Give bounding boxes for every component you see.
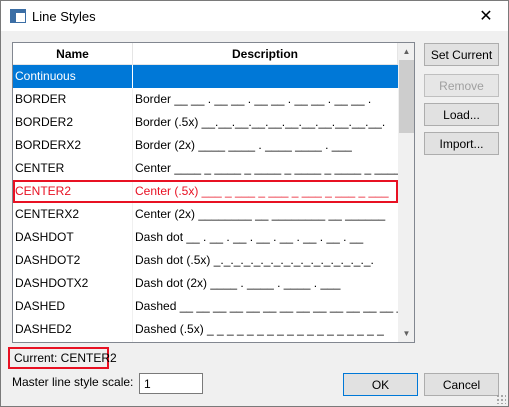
table-row[interactable]: CENTERX2 Center (2x) ________ __ ________… [13,203,398,226]
remove-label: Remove [439,78,484,93]
row-name: DASHDOT [13,226,133,249]
table-row[interactable]: BORDER Border __ __ . __ __ . __ __ . __ … [13,88,398,111]
row-name: CENTER [13,157,133,180]
set-current-label: Set Current [430,47,493,62]
row-description: Center ____ _ ____ _ ____ _ ____ _ ____ … [135,161,398,175]
row-description: Border (.5x) __.__.__.__.__.__.__.__.__.… [135,115,386,129]
ok-label: OK [371,377,390,392]
row-description: Dashed __ __ __ __ __ __ __ __ __ __ __ … [135,299,398,313]
row-description: Center (2x) ________ __ ________ __ ____… [135,207,386,221]
ok-button[interactable]: OK [343,373,418,396]
resize-grip-icon[interactable] [496,394,506,404]
cancel-label: Cancel [442,377,481,392]
row-name: DASHDOT2 [13,249,133,272]
window-title: Line Styles [32,9,96,24]
row-name: BORDERX2 [13,134,133,157]
master-scale-input[interactable] [139,373,203,394]
import-button[interactable]: Import... [424,132,499,155]
table-row[interactable]: CENTER Center ____ _ ____ _ ____ _ ____ _… [13,157,398,180]
table-row[interactable]: DASHDOTX2 Dash dot (2x) ____ . ____ . ___… [13,272,398,295]
row-name: DASHDOTX2 [13,272,133,295]
row-description: Dash dot (2x) ____ . ____ . ____ . ___ [135,276,341,290]
table-row[interactable]: BORDER2 Border (.5x) __.__.__.__.__.__.__… [13,111,398,134]
table-row[interactable]: DASHEDX2Dashed (2x) ____ ____ ____ ____ … [13,341,398,342]
scrollbar-thumb[interactable] [399,60,414,133]
row-name: DASHEDX2 [13,341,133,342]
table-row[interactable]: Continuous [13,65,398,88]
row-description [133,65,398,88]
row-name: BORDER [13,88,133,111]
line-styles-list[interactable]: Name Description Continuous BORDER Border … [12,42,415,343]
close-icon[interactable]: ✕ [464,1,508,31]
scroll-up-arrow-icon[interactable]: ▲ [398,43,414,60]
row-name: DASHED [13,295,133,318]
set-current-button[interactable]: Set Current [424,43,499,66]
table-row[interactable]: DASHED Dashed __ __ __ __ __ __ __ __ __ … [13,295,398,318]
title-bar: Line Styles ✕ [1,1,508,31]
table-header: Name Description [13,43,398,65]
load-label: Load... [443,107,480,122]
row-description: Dashed (2x) ____ ____ ____ ____ ____ ___ [133,341,398,342]
row-description: Dash dot (.5x) _._._._._._._._._._._._._… [135,253,374,267]
table-body: Continuous BORDER Border __ __ . __ __ . _… [13,65,398,342]
row-name: BORDER2 [13,111,133,134]
column-header-name[interactable]: Name [13,43,133,65]
table-row[interactable]: DASHED2 Dashed (.5x) _ _ _ _ _ _ _ _ _ _ … [13,318,398,341]
table-row[interactable]: DASHDOT2 Dash dot (.5x) _._._._._._._._._… [13,249,398,272]
column-header-description[interactable]: Description [133,43,398,65]
row-description: Border __ __ . __ __ . __ __ . __ __ . _… [135,92,372,106]
row-description: Center (.5x) ___ _ ___ _ ___ _ ___ _ ___… [135,184,389,198]
import-label: Import... [439,136,484,151]
load-button[interactable]: Load... [424,103,499,126]
table-row[interactable]: DASHDOT Dash dot __ . __ . __ . __ . __ .… [13,226,398,249]
line-styles-dialog: Line Styles ✕ Name Description Continuou… [0,0,509,407]
row-description: Dashed (.5x) _ _ _ _ _ _ _ _ _ _ _ _ _ _… [135,322,384,336]
table-row[interactable]: BORDERX2 Border (2x) ____ ____ . ____ ___… [13,134,398,157]
row-description: Border (2x) ____ ____ . ____ ____ . ___ [135,138,352,152]
row-description: Dash dot __ . __ . __ . __ . __ . __ . _… [135,230,364,244]
cancel-button[interactable]: Cancel [424,373,499,396]
window-icon [10,9,26,23]
row-name: Continuous [13,65,133,88]
remove-button[interactable]: Remove [424,74,499,97]
row-name: CENTERX2 [13,203,133,226]
row-name: DASHED2 [13,318,133,341]
vertical-scrollbar[interactable]: ▲ ▼ [398,43,414,342]
master-scale-label: Master line style scale: [12,375,134,389]
row-name: CENTER2 [13,180,133,203]
scroll-down-arrow-icon[interactable]: ▼ [398,325,414,342]
table-row[interactable]: CENTER2 Center (.5x) ___ _ ___ _ ___ _ __… [13,180,398,203]
current-style-label: Current: CENTER2 [8,347,117,369]
